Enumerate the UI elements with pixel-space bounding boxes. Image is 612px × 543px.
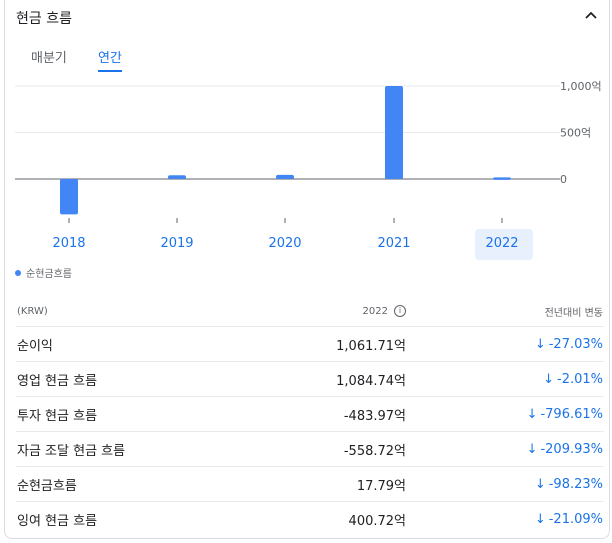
- row-value: 400.72억: [205, 501, 407, 536]
- cash-flow-table: (KRW) 2022 i 전년대비 변동 순이익 1,061.71억 ↓ -27.03%…: [16, 296, 604, 536]
- bar: [168, 175, 186, 179]
- year-label[interactable]: 2019: [147, 236, 207, 251]
- row-change: ↓ -27.03%: [407, 326, 604, 362]
- change-value: -98.23%: [548, 476, 603, 492]
- year-label[interactable]: 2021: [364, 236, 424, 251]
- table-row: 투자 현금 흐름 -483.97억 ↓ -796.61%: [16, 396, 604, 432]
- arrow-down-icon: ↓: [534, 511, 546, 527]
- legend-label: 순현금흐름: [26, 269, 72, 280]
- bar: [385, 86, 403, 179]
- row-label: 순이익: [16, 326, 205, 362]
- y-tick-label: 0: [560, 173, 567, 186]
- arrow-down-icon: ↓: [526, 406, 538, 422]
- table-row: 자금 조달 현금 흐름 -558.72억 ↓ -209.93%: [16, 431, 604, 467]
- row-change: ↓ -796.61%: [407, 396, 604, 432]
- row-value: -558.72억: [205, 431, 407, 467]
- arrow-down-icon: ↓: [526, 441, 538, 457]
- info-icon[interactable]: i: [394, 305, 406, 317]
- row-change: ↓ -209.93%: [407, 431, 604, 467]
- legend-dot-icon: [15, 269, 21, 276]
- change-value: -27.03%: [548, 336, 603, 352]
- y-tick-label: 500억: [560, 127, 591, 140]
- column-header-year: 2022 i: [205, 296, 407, 327]
- year-label[interactable]: 2022: [472, 236, 532, 251]
- bar: [276, 174, 294, 179]
- row-value: -483.97억: [205, 396, 407, 432]
- table-row: 잉여 현금 흐름 400.72억 ↓ -21.09%: [16, 501, 604, 536]
- cash-flow-card: 현금 흐름 매분기 연간 1,000억 500억 0 2018 2019 2020 202…: [4, 0, 610, 539]
- year-label[interactable]: 2020: [255, 236, 315, 251]
- cash-flow-chart: 1,000억 500억 0: [15, 80, 602, 223]
- row-label: 투자 현금 흐름: [16, 396, 205, 432]
- arrow-down-icon: ↓: [534, 476, 546, 492]
- chart-legend: 순현금흐름: [15, 265, 72, 280]
- row-label: 순현금흐름: [16, 466, 205, 502]
- row-value: 1,084.74억: [205, 361, 407, 397]
- row-label: 잉여 현금 흐름: [16, 501, 205, 536]
- change-value: -21.09%: [548, 511, 603, 527]
- change-value: -209.93%: [540, 441, 603, 457]
- arrow-down-icon: ↓: [534, 336, 546, 352]
- column-header-change: 전년대비 변동: [544, 307, 603, 319]
- table-row: 순이익 1,061.71억 ↓ -27.03%: [16, 326, 604, 362]
- row-label: 영업 현금 흐름: [16, 361, 205, 397]
- arrow-down-icon: ↓: [543, 371, 554, 387]
- y-tick-label: 1,000억: [560, 80, 602, 93]
- change-value: -796.61%: [540, 406, 603, 422]
- change-value: -2.01%: [557, 371, 603, 387]
- bar: [60, 179, 78, 215]
- row-change: ↓ -2.01%: [407, 361, 604, 397]
- bar: [493, 177, 511, 180]
- row-value: 1,061.71억: [205, 326, 407, 362]
- table-row: 영업 현금 흐름 1,084.74억 ↓ -2.01%: [16, 361, 604, 397]
- table-row: 순현금흐름 17.79억 ↓ -98.23%: [16, 466, 604, 502]
- column-header-currency: (KRW): [17, 305, 48, 317]
- year-label[interactable]: 2018: [39, 236, 99, 251]
- row-label: 자금 조달 현금 흐름: [16, 431, 205, 467]
- row-change: ↓ -98.23%: [407, 466, 604, 502]
- row-change: ↓ -21.09%: [407, 501, 604, 536]
- row-value: 17.79억: [205, 466, 407, 502]
